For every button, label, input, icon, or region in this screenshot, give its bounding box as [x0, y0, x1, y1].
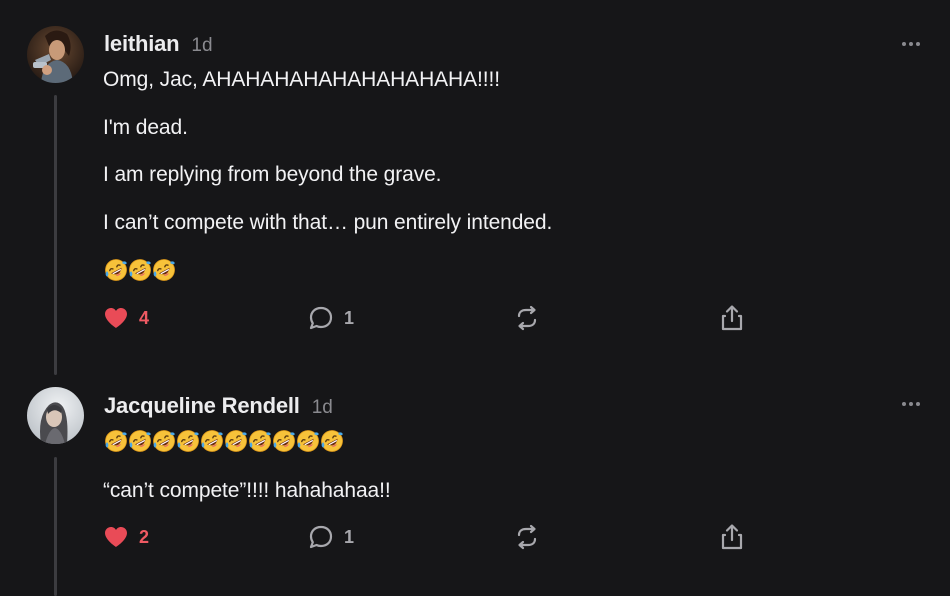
- reply-count: 1: [344, 526, 355, 547]
- restack-button[interactable]: [514, 521, 540, 553]
- emoji-row: [104, 429, 344, 453]
- emoji-row: [104, 258, 176, 282]
- comment-paragraph: I am replying from beyond the grave.: [103, 163, 442, 186]
- restack-button[interactable]: [514, 302, 540, 334]
- author-name[interactable]: Jacqueline Rendell: [104, 393, 300, 419]
- reply-button[interactable]: 1: [308, 521, 354, 553]
- comment-paragraph: I can’t compete with that… pun entirely …: [103, 211, 553, 234]
- author-name[interactable]: leithian: [104, 31, 180, 57]
- rolling-on-floor-laughing-emoji: [201, 430, 223, 452]
- comment: Jacqueline Rendell 1d “can’t compete”!!!…: [0, 375, 950, 596]
- avatar[interactable]: [27, 26, 84, 83]
- reply-button[interactable]: 1: [308, 302, 354, 334]
- comment-paragraph: I'm dead.: [103, 116, 188, 139]
- heart-icon: [105, 308, 127, 328]
- rolling-on-floor-laughing-emoji: [129, 259, 151, 281]
- rolling-on-floor-laughing-emoji: [153, 259, 175, 281]
- rolling-on-floor-laughing-emoji: [153, 430, 175, 452]
- rolling-on-floor-laughing-emoji: [321, 430, 343, 452]
- comment-bubble-icon: [309, 525, 333, 549]
- comment-paragraph: “can’t compete”!!!! hahahahaa!!: [103, 479, 391, 502]
- reply-count: 1: [344, 307, 355, 328]
- comment-header: leithian 1d: [104, 31, 213, 57]
- warrior-illustration-avatar: [27, 26, 84, 83]
- timestamp[interactable]: 1d: [191, 35, 212, 57]
- comment-header: Jacqueline Rendell 1d: [104, 393, 333, 419]
- like-count: 2: [139, 526, 150, 547]
- comment: leithian 1d Omg, Jac, AHAHAHAHAHAHAHAHAH…: [0, 0, 950, 375]
- rolling-on-floor-laughing-emoji: [273, 430, 295, 452]
- share-icon: [721, 524, 743, 550]
- portrait-photo-avatar: [27, 387, 84, 444]
- rolling-on-floor-laughing-emoji: [249, 430, 271, 452]
- like-button[interactable]: 2: [103, 521, 149, 553]
- rolling-on-floor-laughing-emoji: [297, 430, 319, 452]
- more-options-icon: [902, 402, 920, 406]
- rolling-on-floor-laughing-emoji: [129, 430, 151, 452]
- rolling-on-floor-laughing-emoji: [105, 430, 127, 452]
- comment-actions: 4 1: [0, 302, 950, 334]
- rolling-on-floor-laughing-emoji: [105, 259, 127, 281]
- heart-icon: [105, 527, 127, 547]
- like-button[interactable]: 4: [103, 302, 149, 334]
- comment-paragraph: Omg, Jac, AHAHAHAHAHAHAHAHAHA!!!!: [103, 68, 500, 91]
- avatar[interactable]: [27, 387, 84, 444]
- like-count: 4: [139, 307, 150, 328]
- share-button[interactable]: [719, 302, 745, 334]
- more-options-button[interactable]: [894, 392, 930, 416]
- comment-actions: 2 1: [0, 521, 950, 553]
- restack-icon: [517, 524, 537, 550]
- more-options-icon: [902, 42, 920, 46]
- timestamp[interactable]: 1d: [312, 397, 333, 419]
- more-options-button[interactable]: [894, 32, 930, 56]
- share-icon: [721, 305, 743, 331]
- comment-bubble-icon: [309, 306, 333, 330]
- restack-icon: [517, 305, 537, 331]
- share-button[interactable]: [719, 521, 745, 553]
- rolling-on-floor-laughing-emoji: [177, 430, 199, 452]
- rolling-on-floor-laughing-emoji: [225, 430, 247, 452]
